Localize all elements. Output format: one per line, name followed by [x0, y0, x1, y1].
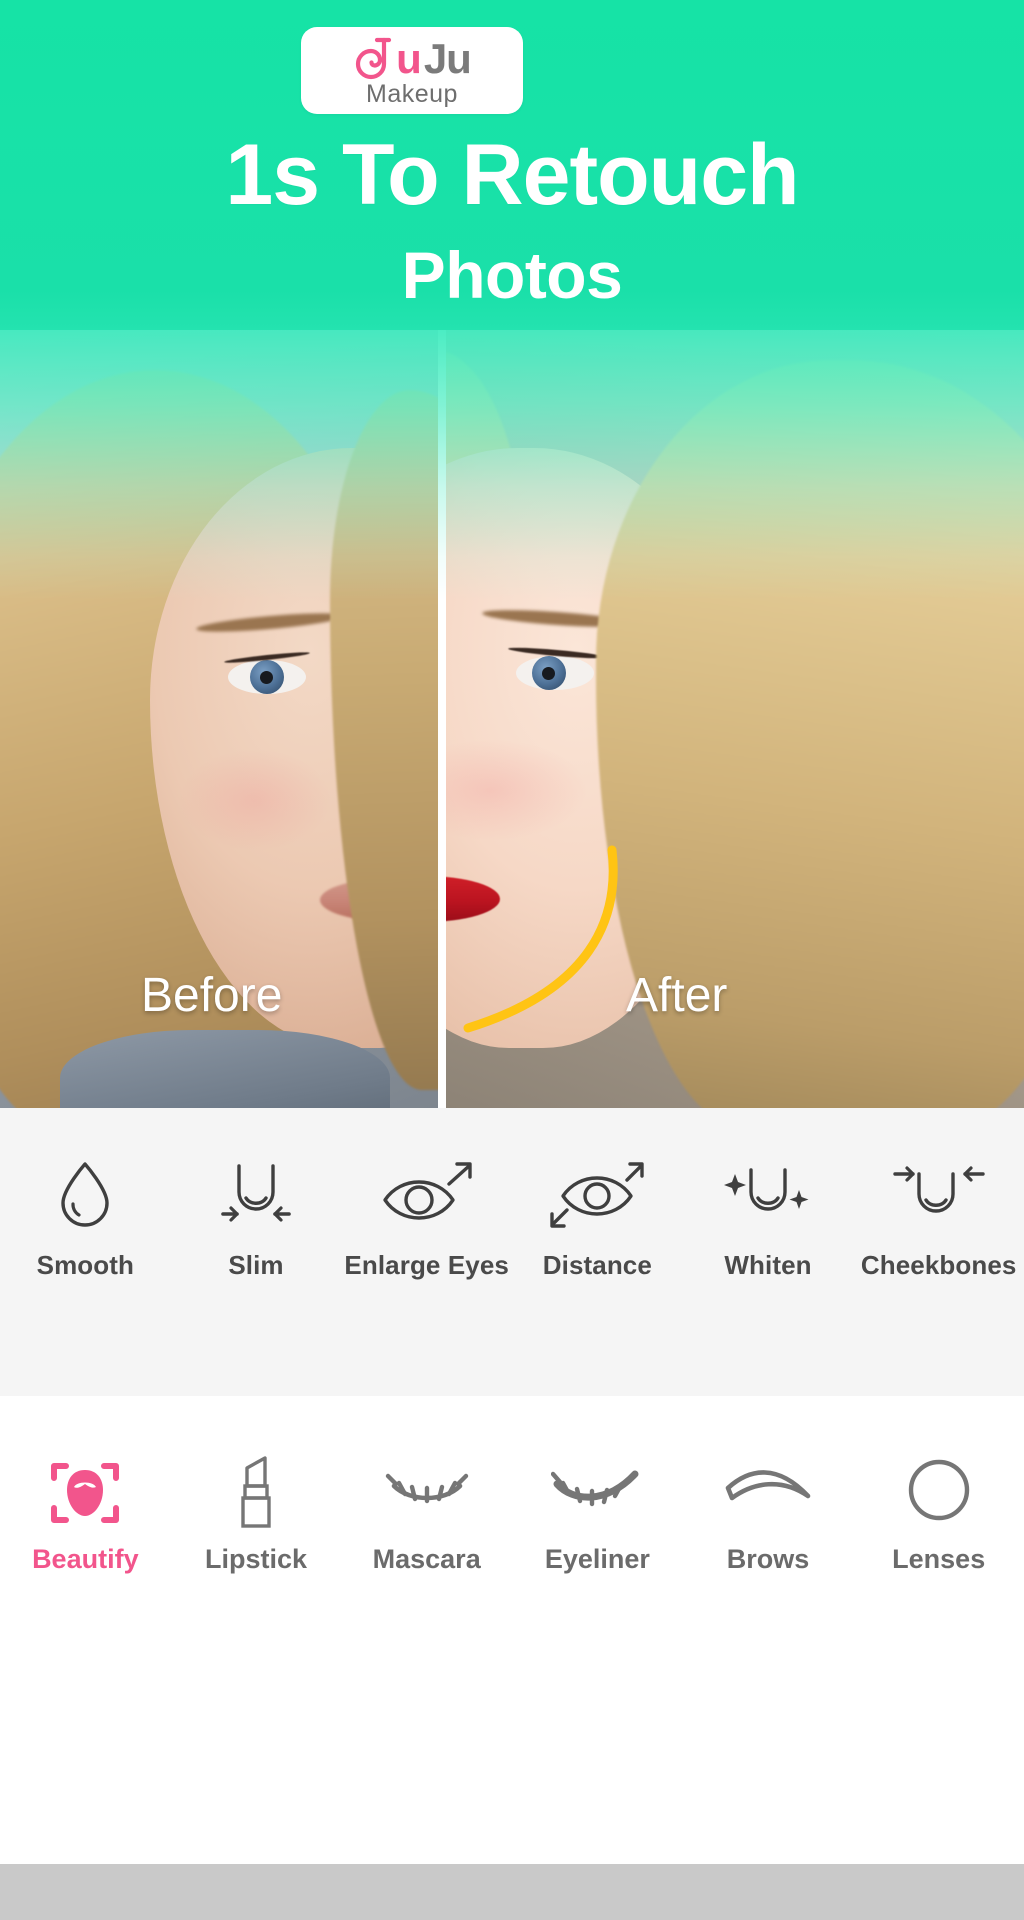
- feature-label: Distance: [543, 1250, 652, 1281]
- nav-label: Eyeliner: [545, 1544, 650, 1575]
- eyeliner-icon: [551, 1456, 643, 1530]
- logo-name-part2: Ju: [424, 38, 471, 80]
- footer-bottom-strip: [0, 1864, 1024, 1920]
- feature-item-whiten[interactable]: Whiten: [683, 1108, 854, 1281]
- feature-label: Slim: [228, 1250, 283, 1281]
- nav-item-beautify[interactable]: Beautify: [0, 1418, 171, 1575]
- face-whiten-sparkle-icon: [723, 1158, 813, 1230]
- nav-item-lipstick[interactable]: Lipstick: [171, 1418, 342, 1575]
- eye-enlarge-icon: [379, 1158, 475, 1230]
- feature-item-cheekbones[interactable]: Cheekbones: [853, 1108, 1024, 1281]
- face-slim-icon: [217, 1158, 295, 1230]
- logo-name-part1: u: [396, 38, 421, 80]
- eyebrow-icon: [720, 1456, 816, 1530]
- feature-toolbar: Smooth Slim Enlarge Eyes: [0, 1108, 1024, 1396]
- strip-divider: [0, 1396, 1024, 1418]
- nav-label: Mascara: [373, 1544, 481, 1575]
- logo-subtitle: Makeup: [366, 81, 458, 108]
- droplet-icon: [53, 1158, 117, 1230]
- bottom-navigation: Beautify Lipstick Mascara: [0, 1418, 1024, 1618]
- nav-label: Lenses: [892, 1544, 985, 1575]
- nav-label: Beautify: [32, 1544, 139, 1575]
- circle-lens-icon: [902, 1456, 976, 1530]
- app-logo: u Ju Makeup: [301, 27, 523, 114]
- before-label: Before: [141, 970, 282, 1022]
- before-cheek: [180, 750, 330, 850]
- feature-item-distance[interactable]: Distance: [512, 1108, 683, 1281]
- nav-label: Brows: [727, 1544, 810, 1575]
- juju-j-swirl-icon: [353, 37, 395, 81]
- page-subtitle: Photos: [0, 238, 1024, 312]
- feature-item-smooth[interactable]: Smooth: [0, 1108, 171, 1281]
- jawline-contour-highlight: [440, 850, 660, 1060]
- feature-item-enlarge-eyes[interactable]: Enlarge Eyes: [341, 1108, 512, 1281]
- nav-item-lenses[interactable]: Lenses: [853, 1418, 1024, 1575]
- nav-item-brows[interactable]: Brows: [683, 1418, 854, 1575]
- hero-section: Before After 1s To Retouch Photos u Ju M…: [0, 0, 1024, 1108]
- feature-item-slim[interactable]: Slim: [171, 1108, 342, 1281]
- feature-label: Cheekbones: [861, 1250, 1017, 1281]
- nav-item-eyeliner[interactable]: Eyeliner: [512, 1418, 683, 1575]
- feature-label: Whiten: [724, 1250, 811, 1281]
- page-title: 1s To Retouch: [0, 129, 1024, 221]
- feature-label: Enlarge Eyes: [344, 1250, 509, 1281]
- after-pupil: [542, 667, 555, 680]
- after-label: After: [626, 970, 727, 1022]
- feature-label: Smooth: [37, 1250, 134, 1281]
- lipstick-icon: [229, 1456, 283, 1530]
- logo-wordmark: u Ju: [353, 36, 471, 82]
- before-pupil: [260, 671, 273, 684]
- nav-label: Lipstick: [205, 1544, 307, 1575]
- nav-item-mascara[interactable]: Mascara: [341, 1418, 512, 1575]
- face-scan-icon: [48, 1456, 122, 1530]
- face-cheekbones-icon: [889, 1158, 989, 1230]
- eye-distance-icon: [549, 1158, 645, 1230]
- lashes-icon: [384, 1456, 470, 1530]
- before-after-photo: Before After: [0, 330, 1024, 1108]
- before-jacket: [60, 1030, 390, 1108]
